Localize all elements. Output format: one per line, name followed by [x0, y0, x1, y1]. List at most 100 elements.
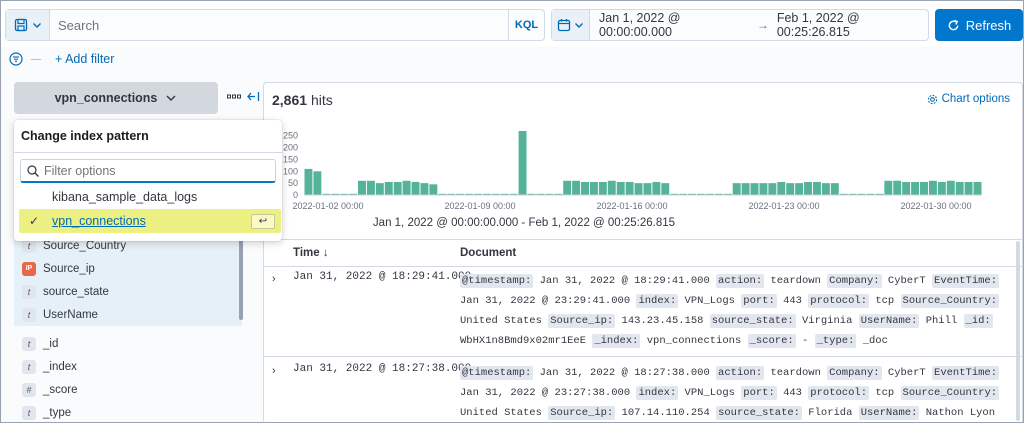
field-item[interactable]: t source_state: [14, 280, 242, 303]
doc-field-key[interactable]: index:: [636, 386, 679, 400]
histogram-bar[interactable]: [598, 181, 607, 195]
results-scrollbar[interactable]: [1016, 241, 1020, 421]
histogram-bar[interactable]: [804, 181, 812, 195]
histogram-bar[interactable]: [313, 171, 322, 195]
histogram-bar[interactable]: [518, 131, 527, 195]
histogram-bar[interactable]: [589, 181, 598, 195]
histogram-bar[interactable]: [616, 181, 625, 195]
date-start[interactable]: Jan 1, 2022 @ 00:00:00.000: [599, 11, 749, 39]
histogram-bar[interactable]: [652, 181, 661, 195]
histogram-bar[interactable]: [375, 183, 384, 195]
histogram-bar[interactable]: [884, 180, 893, 195]
histogram-bar[interactable]: [821, 183, 830, 195]
filter-options-field[interactable]: [20, 159, 276, 183]
histogram-bar[interactable]: [384, 181, 393, 195]
quick-date-menu-button[interactable]: [552, 10, 590, 40]
doc-field-key[interactable]: EventTime:: [932, 274, 1000, 288]
doc-field-key[interactable]: source_state:: [716, 406, 802, 420]
doc-field-key[interactable]: _type:: [814, 334, 857, 348]
doc-field-key[interactable]: _score:: [747, 334, 796, 348]
histogram-bar[interactable]: [366, 180, 375, 195]
field-item[interactable]: t UserName: [14, 303, 242, 326]
time-column-header[interactable]: Time ↓: [293, 247, 329, 259]
histogram-bar[interactable]: [973, 181, 982, 195]
histogram-bar[interactable]: [830, 183, 839, 195]
doc-field-key[interactable]: _index:: [592, 334, 641, 348]
field-item[interactable]: t _type: [14, 401, 242, 422]
histogram-bar[interactable]: [572, 180, 581, 195]
doc-field-key[interactable]: UserName:: [858, 314, 920, 328]
expand-row-icon[interactable]: ›: [272, 365, 276, 377]
more-options-icon[interactable]: [227, 94, 241, 100]
expand-row-icon[interactable]: ›: [272, 273, 276, 285]
histogram-bar[interactable]: [750, 183, 759, 195]
histogram-bar[interactable]: [581, 181, 589, 195]
chart-options-button[interactable]: Chart options: [927, 93, 1010, 105]
histogram-bar[interactable]: [732, 183, 741, 195]
index-option-selected[interactable]: ✓ vpn_connections ↩: [19, 209, 281, 233]
doc-field-key[interactable]: EventTime:: [932, 366, 1000, 380]
histogram-bar[interactable]: [411, 181, 420, 195]
doc-field-key[interactable]: index:: [636, 294, 679, 308]
field-item[interactable]: IP Source_ip: [14, 257, 242, 280]
histogram-bar[interactable]: [955, 181, 964, 195]
doc-field-key[interactable]: @timestamp:: [460, 274, 534, 288]
histogram-bar[interactable]: [768, 183, 777, 195]
saved-query-button[interactable]: [6, 10, 50, 40]
histogram-bar[interactable]: [759, 183, 768, 195]
histogram-bar[interactable]: [893, 180, 902, 195]
doc-field-key[interactable]: port:: [741, 294, 777, 308]
doc-field-key[interactable]: Source_Country:: [900, 386, 1000, 400]
search-input[interactable]: [50, 10, 508, 40]
doc-field-key[interactable]: protocol:: [808, 386, 870, 400]
date-end[interactable]: Feb 1, 2022 @ 00:25:26.815: [777, 11, 928, 39]
histogram-bar[interactable]: [634, 183, 643, 195]
field-list-scrollbar[interactable]: [239, 234, 243, 320]
histogram-bar[interactable]: [964, 181, 973, 195]
index-pattern-selector[interactable]: vpn_connections: [14, 82, 218, 114]
doc-field-key[interactable]: UserName:: [858, 406, 920, 420]
histogram-bar[interactable]: [420, 183, 429, 195]
field-item[interactable]: # _score: [14, 378, 242, 401]
histogram-bar[interactable]: [937, 181, 946, 195]
histogram-bar[interactable]: [920, 181, 928, 195]
histogram-bar[interactable]: [563, 180, 572, 195]
doc-field-key[interactable]: protocol:: [808, 294, 870, 308]
histogram-bar[interactable]: [358, 180, 366, 195]
filter-menu-icon[interactable]: [9, 52, 25, 66]
histogram-bar[interactable]: [795, 183, 804, 195]
histogram-bar[interactable]: [643, 183, 652, 195]
kql-toggle-button[interactable]: KQL: [508, 10, 544, 40]
doc-field-key[interactable]: Company:: [827, 366, 882, 380]
doc-field-key[interactable]: action:: [716, 366, 765, 380]
histogram-bar[interactable]: [911, 181, 920, 195]
refresh-button[interactable]: Refresh: [935, 9, 1023, 41]
histogram-bar[interactable]: [777, 181, 786, 195]
histogram-bar[interactable]: [625, 181, 634, 195]
histogram-bar[interactable]: [393, 181, 402, 195]
doc-field-key[interactable]: Source_Country:: [900, 294, 1000, 308]
histogram-bar[interactable]: [429, 184, 438, 195]
doc-field-key[interactable]: source_state:: [709, 314, 796, 328]
index-option[interactable]: kibana_sample_data_logs: [52, 190, 197, 204]
filter-options-input[interactable]: [44, 163, 264, 178]
doc-field-key[interactable]: action:: [716, 274, 765, 288]
histogram-bar[interactable]: [946, 180, 955, 195]
field-item[interactable]: t _id: [14, 332, 242, 355]
histogram-bar[interactable]: [661, 183, 670, 195]
add-filter-button[interactable]: + Add filter: [55, 52, 114, 66]
histogram-bar[interactable]: [304, 168, 313, 195]
histogram-bar[interactable]: [786, 183, 795, 195]
doc-field-key[interactable]: Source_ip:: [548, 406, 616, 420]
field-item[interactable]: t _index: [14, 355, 242, 378]
doc-field-key[interactable]: @timestamp:: [460, 366, 534, 380]
doc-field-key[interactable]: Company:: [827, 274, 882, 288]
histogram-bar[interactable]: [813, 181, 821, 195]
doc-field-key[interactable]: port:: [741, 386, 777, 400]
histogram-bar[interactable]: [902, 181, 911, 195]
histogram-bar[interactable]: [402, 180, 411, 195]
doc-field-key[interactable]: Source_ip:: [548, 314, 616, 328]
collapse-sidebar-icon[interactable]: [247, 91, 260, 102]
doc-field-key[interactable]: _id:: [963, 314, 993, 328]
histogram-bar[interactable]: [928, 180, 937, 195]
